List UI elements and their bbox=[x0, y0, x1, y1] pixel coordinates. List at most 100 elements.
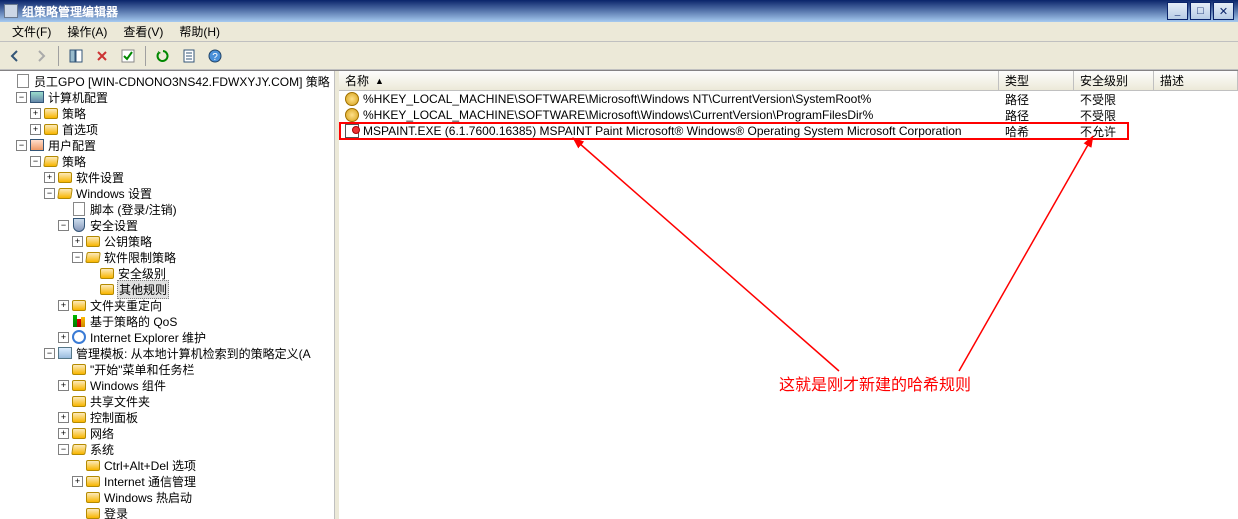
tree-win-settings[interactable]: − Windows 设置 bbox=[44, 185, 332, 201]
window-controls: _ □ ✕ bbox=[1167, 2, 1234, 20]
menubar: 文件(F) 操作(A) 查看(V) 帮助(H) bbox=[0, 22, 1238, 42]
menu-help[interactable]: 帮助(H) bbox=[171, 21, 228, 42]
collapse-icon[interactable]: − bbox=[30, 156, 41, 167]
tree-sec-settings[interactable]: − 安全设置 bbox=[58, 217, 332, 233]
folder-icon bbox=[85, 234, 101, 248]
list-row[interactable]: %HKEY_LOCAL_MACHINE\SOFTWARE\Microsoft\W… bbox=[339, 107, 1238, 123]
row-name: %HKEY_LOCAL_MACHINE\SOFTWARE\Microsoft\W… bbox=[363, 92, 871, 106]
titlebar: 组策略管理编辑器 _ □ ✕ bbox=[0, 0, 1238, 22]
properties-button[interactable] bbox=[117, 45, 139, 67]
export-list-icon bbox=[182, 49, 196, 63]
tree-logon[interactable]: 登录 bbox=[72, 505, 332, 519]
tree-system[interactable]: − 系统 bbox=[58, 441, 332, 457]
tree-ctrlaltdel[interactable]: Ctrl+Alt+Del 选项 bbox=[72, 457, 332, 473]
tree-qos[interactable]: 基于策略的 QoS bbox=[58, 313, 332, 329]
tree-user-config[interactable]: − 用户配置 bbox=[16, 137, 332, 153]
tree-sw-settings[interactable]: + 软件设置 bbox=[44, 169, 332, 185]
forward-button[interactable] bbox=[30, 45, 52, 67]
maximize-button[interactable]: □ bbox=[1190, 2, 1211, 20]
list-pane: 名称 ▲ 类型 安全级别 描述 %HKEY_LOCAL_MACHINE\SOFT… bbox=[339, 71, 1238, 519]
expand-icon[interactable]: + bbox=[58, 300, 69, 311]
minimize-button[interactable]: _ bbox=[1167, 2, 1188, 20]
help-button[interactable]: ? bbox=[204, 45, 226, 67]
expand-icon[interactable]: + bbox=[58, 332, 69, 343]
collapse-icon[interactable]: − bbox=[44, 348, 55, 359]
expand-icon[interactable]: + bbox=[30, 108, 41, 119]
folder-icon bbox=[43, 122, 59, 136]
show-hide-tree-button[interactable] bbox=[65, 45, 87, 67]
list-row[interactable]: %HKEY_LOCAL_MACHINE\SOFTWARE\Microsoft\W… bbox=[339, 91, 1238, 107]
folder-icon bbox=[71, 298, 87, 312]
folder-icon bbox=[85, 506, 101, 519]
expand-icon[interactable]: + bbox=[58, 380, 69, 391]
collapse-icon[interactable]: − bbox=[16, 140, 27, 151]
folder-icon bbox=[99, 282, 115, 296]
tree-other-rules[interactable]: 其他规则 bbox=[86, 281, 332, 297]
annotation-text: 这就是刚才新建的哈希规则 bbox=[779, 371, 971, 395]
policy-tree: 员工GPO [WIN-CDNONO3NS42.FDWXYJY.COM] 策略 −… bbox=[2, 73, 332, 519]
expand-icon[interactable]: + bbox=[58, 412, 69, 423]
sort-asc-icon: ▲ bbox=[375, 76, 384, 86]
refresh-button[interactable] bbox=[152, 45, 174, 67]
help-icon: ? bbox=[208, 49, 222, 63]
tree-comp-policies[interactable]: + 策略 bbox=[30, 105, 332, 121]
menu-action[interactable]: 操作(A) bbox=[59, 21, 115, 42]
tree-sw-restrict[interactable]: − 软件限制策略 bbox=[72, 249, 332, 265]
tree-start-taskbar[interactable]: "开始"菜单和任务栏 bbox=[58, 361, 332, 377]
back-button[interactable] bbox=[4, 45, 26, 67]
tree-pane[interactable]: 员工GPO [WIN-CDNONO3NS42.FDWXYJY.COM] 策略 −… bbox=[0, 71, 335, 519]
export-list-button[interactable] bbox=[178, 45, 200, 67]
refresh-icon bbox=[156, 49, 170, 63]
tree-network[interactable]: + 网络 bbox=[58, 425, 332, 441]
tree-internet-comm[interactable]: + Internet 通信管理 bbox=[72, 473, 332, 489]
tree-root[interactable]: 员工GPO [WIN-CDNONO3NS42.FDWXYJY.COM] 策略 bbox=[2, 73, 332, 89]
delete-button[interactable] bbox=[91, 45, 113, 67]
collapse-icon[interactable]: − bbox=[44, 188, 55, 199]
tree-win-comp[interactable]: + Windows 组件 bbox=[58, 377, 332, 393]
close-button[interactable]: ✕ bbox=[1213, 2, 1234, 20]
tree-pubkey[interactable]: + 公钥策略 bbox=[72, 233, 332, 249]
path-rule-icon bbox=[345, 108, 359, 122]
collapse-icon[interactable]: − bbox=[58, 220, 69, 231]
expand-icon[interactable]: + bbox=[72, 236, 83, 247]
folder-icon bbox=[85, 490, 101, 504]
list-body[interactable]: %HKEY_LOCAL_MACHINE\SOFTWARE\Microsoft\W… bbox=[339, 91, 1238, 519]
row-type: 哈希 bbox=[999, 123, 1074, 140]
collapse-icon[interactable]: − bbox=[72, 252, 83, 263]
shield-icon bbox=[71, 218, 87, 232]
list-row[interactable]: MSPAINT.EXE (6.1.7600.16385) MSPAINT Pai… bbox=[339, 123, 1238, 139]
tree-ie-maint[interactable]: + Internet Explorer 维护 bbox=[58, 329, 332, 345]
folder-icon bbox=[71, 410, 87, 424]
properties-check-icon bbox=[121, 49, 135, 63]
expand-icon[interactable]: + bbox=[30, 124, 41, 135]
expand-icon[interactable]: + bbox=[58, 428, 69, 439]
policy-icon bbox=[15, 74, 31, 88]
tree-computer-config[interactable]: − 计算机配置 bbox=[16, 89, 332, 105]
toolbar-separator bbox=[145, 46, 146, 66]
tree-toggle-icon bbox=[69, 49, 83, 63]
column-name[interactable]: 名称 ▲ bbox=[339, 71, 999, 90]
tree-shared-folders[interactable]: 共享文件夹 bbox=[58, 393, 332, 409]
tree-user-policies[interactable]: − 策略 bbox=[30, 153, 332, 169]
tree-comp-prefs[interactable]: + 首选项 bbox=[30, 121, 332, 137]
annotation-arrow-left bbox=[339, 91, 1238, 519]
expand-icon[interactable]: + bbox=[72, 476, 83, 487]
collapse-icon[interactable]: − bbox=[58, 444, 69, 455]
tree-win-hotstart[interactable]: Windows 热启动 bbox=[72, 489, 332, 505]
qos-icon bbox=[71, 314, 87, 328]
folder-open-icon bbox=[71, 442, 87, 456]
column-type[interactable]: 类型 bbox=[999, 71, 1074, 90]
toolbar: ? bbox=[0, 42, 1238, 70]
delete-x-icon bbox=[95, 49, 109, 63]
menu-view[interactable]: 查看(V) bbox=[115, 21, 171, 42]
tree-control-panel[interactable]: + 控制面板 bbox=[58, 409, 332, 425]
column-desc[interactable]: 描述 bbox=[1154, 71, 1238, 90]
tree-scripts[interactable]: 脚本 (登录/注销) bbox=[58, 201, 332, 217]
collapse-icon[interactable]: − bbox=[16, 92, 27, 103]
folder-open-icon bbox=[57, 186, 73, 200]
expand-icon[interactable]: + bbox=[44, 172, 55, 183]
tree-admin-templates[interactable]: − 管理模板: 从本地计算机检索到的策略定义(A bbox=[44, 345, 332, 361]
tree-folder-redir[interactable]: + 文件夹重定向 bbox=[58, 297, 332, 313]
menu-file[interactable]: 文件(F) bbox=[4, 21, 59, 42]
column-sec-level[interactable]: 安全级别 bbox=[1074, 71, 1154, 90]
